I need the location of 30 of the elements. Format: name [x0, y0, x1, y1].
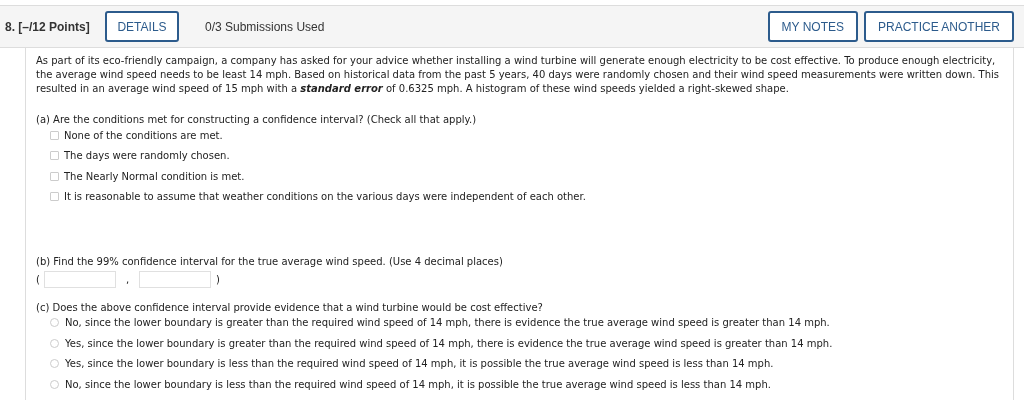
action-button[interactable]: PRACTICE ANOTHER — [864, 11, 1014, 42]
checkbox[interactable] — [50, 171, 59, 181]
radio-label: Yes, since the lower boundary is less than the required wind speed of 14 mph, it is possible the true average wind speed is less than 14 mph. — [65, 357, 774, 371]
action-button[interactable]: MY NOTES — [767, 11, 858, 42]
part-a-prompt: (a) Are the conditions met for constructing a confidence interval? (Check all that apply.) — [36, 113, 478, 127]
radio-label: No, since the lower boundary is less than the required wind speed of 14 mph, it is possible the true average wind speed is less than 14 mph. — [65, 377, 771, 392]
question-text: As part of its eco-friendly campaign, a company has asked for your advice whether installing a wind turbine will generate enough electricity to be cost effective. To produce enough electricity, the average wind speed needs to be least 14 mph. Based on historical data from the past 5 years, 40 days were randomly chosen and their wind speed measurements were written down. This resulted in an average wind speed of 15 mph with a standard error of 0.6325 mph. A histogram of these wind speeds yielded a right-skewed shape. — [36, 54, 1001, 96]
open-parenthesis: ( — [36, 272, 40, 287]
radio-button[interactable] — [50, 318, 59, 327]
checkbox-label: None of the conditions are met. — [64, 128, 223, 143]
radio-label: No, since the lower boundary is greater than the required wind speed of 14 mph, there is evidence the true average wind speed is greater than 14 mph. — [65, 316, 830, 330]
question-points: 8. [–/12 Points] — [5, 18, 91, 36]
checkbox-label: The days were randomly chosen. — [64, 149, 230, 163]
comma: , — [125, 272, 130, 287]
lower-bound-field[interactable] — [43, 270, 116, 288]
upper-bound-field[interactable] — [139, 270, 212, 288]
checkbox[interactable] — [50, 130, 59, 140]
part-c-prompt: (c) Does the above confidence interval provide evidence that a wind turbine would be cost effective? — [36, 300, 544, 315]
radio-button[interactable] — [50, 379, 59, 389]
radio-label: Yes, since the lower boundary is greater than the required wind speed of 14 mph, there is evidence the true average wind speed is greater than 14 mph. — [65, 336, 833, 351]
checkbox[interactable] — [50, 151, 59, 160]
close-parenthesis: ) — [216, 272, 220, 287]
details-button[interactable]: DETAILS — [105, 11, 179, 42]
checkbox-label: The Nearly Normal condition is met. — [64, 169, 245, 184]
part-b-prompt: (b) Find the 99% confidence interval for the true average wind speed. (Use 4 decimal places) — [36, 254, 504, 269]
radio-button[interactable] — [50, 359, 59, 368]
submissions-used: 0/3 Submissions Used — [205, 18, 325, 36]
checkbox-label: It is reasonable to assume that weather conditions on the various days were independent of each other. — [64, 190, 586, 204]
checkbox[interactable] — [50, 192, 59, 201]
radio-button[interactable] — [50, 338, 59, 348]
